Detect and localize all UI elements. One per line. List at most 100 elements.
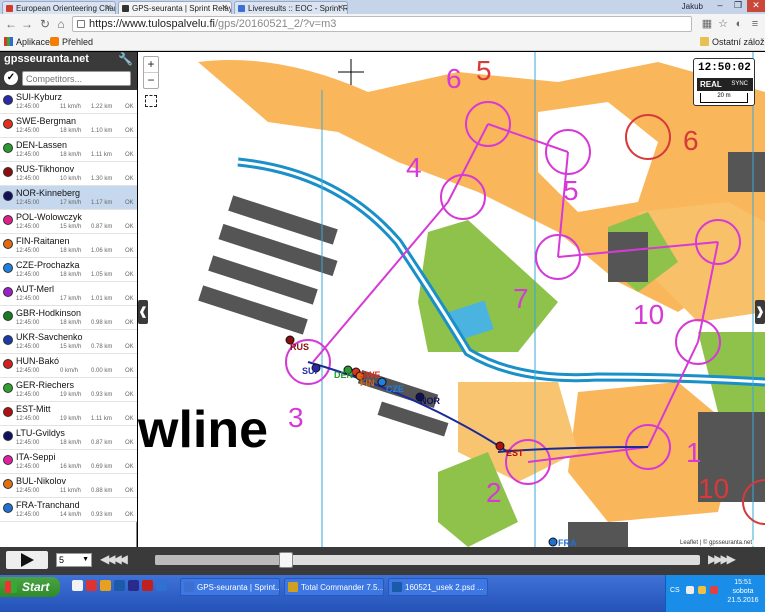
- competitor-color-icon[interactable]: [3, 215, 13, 225]
- timeline-slider[interactable]: [155, 552, 700, 568]
- quick-launch-icon[interactable]: [156, 580, 167, 591]
- control-number: 7: [513, 283, 529, 314]
- back-icon[interactable]: ←: [4, 17, 18, 31]
- competitor-row[interactable]: BUL-Nikolov 12:45:00 11 km/h 0.88 km OK: [0, 474, 137, 498]
- tab-gps-seuranta[interactable]: GPS-seuranta | Sprint Relay ✕: [118, 1, 232, 14]
- competitor-speed: 14 km/h: [60, 512, 82, 518]
- bookmark-star-icon[interactable]: ☆: [716, 17, 730, 31]
- competitor-row[interactable]: CZE-Prochazka 12:45:00 18 km/h 1.05 km OK: [0, 258, 137, 282]
- competitor-color-icon[interactable]: [3, 191, 13, 201]
- bookmark-apps[interactable]: Aplikace: [4, 37, 50, 47]
- competitor-row[interactable]: RUS-Tikhonov 12:45:00 10 km/h 1.30 km OK: [0, 162, 137, 186]
- real-sync-toggle[interactable]: REAL SYNC: [697, 78, 753, 91]
- competitor-row[interactable]: FRA-Tranchand 12:45:00 14 km/h 0.93 km OK: [0, 498, 137, 522]
- control-number: 1: [686, 437, 702, 468]
- competitor-color-icon[interactable]: [3, 479, 13, 489]
- competitor-color-icon[interactable]: [3, 143, 13, 153]
- timeline-handle[interactable]: [278, 552, 293, 568]
- competitor-row[interactable]: AUT-Merl 12:45:00 17 km/h 1.01 km OK: [0, 282, 137, 306]
- competitor-color-icon[interactable]: [3, 359, 13, 369]
- competitor-color-icon[interactable]: [3, 407, 13, 417]
- translate-icon[interactable]: ▦: [700, 17, 714, 31]
- language-indicator[interactable]: CS: [670, 587, 680, 594]
- tray-volume-icon[interactable]: [698, 586, 706, 594]
- extension-icon[interactable]: ◐: [732, 17, 746, 31]
- competitor-row[interactable]: DEN-Lassen 12:45:00 18 km/h 1.11 km OK: [0, 138, 137, 162]
- competitor-row[interactable]: SUI-Kyburz 12:45:00 11 km/h 1.22 km OK: [0, 90, 137, 114]
- quick-launch-icon[interactable]: [142, 580, 153, 591]
- quick-launch-icon[interactable]: [114, 580, 125, 591]
- competitor-color-icon[interactable]: [3, 503, 13, 513]
- competitor-row[interactable]: GBR-Hodkinson 12:45:00 18 km/h 0.98 km OK: [0, 306, 137, 330]
- competitor-color-icon[interactable]: [3, 263, 13, 273]
- expand-panel-icon[interactable]: ❱: [755, 300, 765, 324]
- quick-launch-icon[interactable]: [128, 580, 139, 591]
- profile-name[interactable]: Jakub: [682, 2, 703, 11]
- competitor-row[interactable]: SWE-Bergman 12:45:00 18 km/h 1.10 km OK: [0, 114, 137, 138]
- competitor-color-icon[interactable]: [3, 311, 13, 321]
- competitor-color-icon[interactable]: [3, 287, 13, 297]
- taskbar-item-browser[interactable]: GPS-seuranta | Sprint...: [180, 578, 280, 596]
- url-path: /gps/20160521_2/?v=m3: [214, 18, 337, 30]
- competitor-color-icon[interactable]: [3, 383, 13, 393]
- taskbar-item-photoshop[interactable]: 160521_usek 2.psd ...: [388, 578, 488, 596]
- apps-grid-icon: [4, 37, 13, 46]
- tab-eoc[interactable]: European Orienteering Cham ✕: [2, 1, 116, 14]
- competitor-row[interactable]: ITA-Seppi 12:45:00 16 km/h 0.69 km OK: [0, 450, 137, 474]
- competitor-color-icon[interactable]: [3, 167, 13, 177]
- competitor-name: EST-Mitt: [16, 404, 51, 414]
- start-button[interactable]: Start: [0, 577, 60, 597]
- url-input[interactable]: https://www.tulospalvelu.fi/gps/20160521…: [72, 16, 692, 32]
- competitor-color-icon[interactable]: [3, 95, 13, 105]
- competitor-color-icon[interactable]: [3, 119, 13, 129]
- clock-day-text: sobota: [732, 588, 754, 595]
- quick-launch-icon[interactable]: [72, 580, 83, 591]
- competitor-row[interactable]: FIN-Raitanen 12:45:00 18 km/h 1.06 km OK: [0, 234, 137, 258]
- competitor-status: OK: [125, 392, 134, 398]
- competitor-color-icon[interactable]: [3, 455, 13, 465]
- competitor-search-input[interactable]: [22, 71, 131, 86]
- tray-security-icon[interactable]: [710, 586, 718, 594]
- menu-icon[interactable]: ≡: [748, 17, 762, 31]
- minimize-icon[interactable]: –: [711, 0, 729, 12]
- tab-liveresults[interactable]: Liveresults :: EOC - Sprint Re ✕: [234, 1, 348, 14]
- orienteering-map[interactable]: wline 6 4 5 7 10 3 2 1 5 6 10 RUS SUI DE…: [138, 52, 765, 547]
- competitor-row[interactable]: UKR-Savchenko 12:45:00 15 km/h 0.78 km OK: [0, 330, 137, 354]
- play-button[interactable]: [6, 551, 48, 569]
- rewind-icon[interactable]: ◀◀◀◀: [100, 552, 128, 566]
- competitor-row[interactable]: LTU-Gvildys 12:45:00 18 km/h 0.87 km OK: [0, 426, 137, 450]
- collapse-sidebar-icon[interactable]: ❰: [138, 300, 148, 324]
- fast-forward-icon[interactable]: ▶▶▶▶: [708, 552, 736, 566]
- taskbar-item-total-commander[interactable]: Total Commander 7.5...: [284, 578, 384, 596]
- competitor-row[interactable]: GER-Riechers 12:45:00 19 km/h 0.93 km OK: [0, 378, 137, 402]
- folder-icon: [700, 37, 709, 46]
- quick-launch-icon[interactable]: [100, 580, 111, 591]
- competitor-color-icon[interactable]: [3, 335, 13, 345]
- competitor-row[interactable]: HUN-Bakó 12:45:00 0 km/h 0.00 km OK: [0, 354, 137, 378]
- forward-icon[interactable]: →: [20, 17, 34, 31]
- competitor-speed: 18 km/h: [60, 128, 82, 134]
- competitor-color-icon[interactable]: [3, 239, 13, 249]
- home-icon[interactable]: ⌂: [54, 17, 68, 31]
- close-window-icon[interactable]: ✕: [747, 0, 765, 12]
- playback-speed-select[interactable]: 5 ▼: [56, 553, 92, 567]
- bookmark-overview[interactable]: Přehled: [50, 37, 93, 47]
- zoom-in-button[interactable]: +: [144, 57, 158, 73]
- tab-close-icon[interactable]: ✕: [221, 3, 228, 12]
- competitor-color-icon[interactable]: [3, 431, 13, 441]
- bookmark-other[interactable]: Ostatní záložky: [700, 37, 765, 47]
- zoom-out-button[interactable]: −: [144, 73, 158, 89]
- competitor-row[interactable]: NOR-Kinneberg 12:45:00 17 km/h 1.17 km OK: [0, 186, 137, 210]
- competitor-row[interactable]: EST-Mitt 12:45:00 19 km/h 1.11 km OK: [0, 402, 137, 426]
- wrench-icon[interactable]: 🔧: [118, 52, 133, 66]
- competitor-row[interactable]: POL-Wolowczyk 12:45:00 15 km/h 0.87 km OK: [0, 210, 137, 234]
- tab-close-icon[interactable]: ✕: [105, 3, 112, 12]
- fullscreen-icon[interactable]: [145, 95, 157, 107]
- system-clock[interactable]: 15:51 sobota 21.5.2016: [726, 578, 760, 605]
- check-all-icon[interactable]: ✓: [4, 71, 18, 85]
- reload-icon[interactable]: ↻: [38, 17, 52, 31]
- quick-launch-icon[interactable]: [86, 580, 97, 591]
- tab-close-icon[interactable]: ✕: [337, 3, 344, 12]
- tray-network-icon[interactable]: [686, 586, 694, 594]
- maximize-icon[interactable]: ❐: [729, 0, 747, 12]
